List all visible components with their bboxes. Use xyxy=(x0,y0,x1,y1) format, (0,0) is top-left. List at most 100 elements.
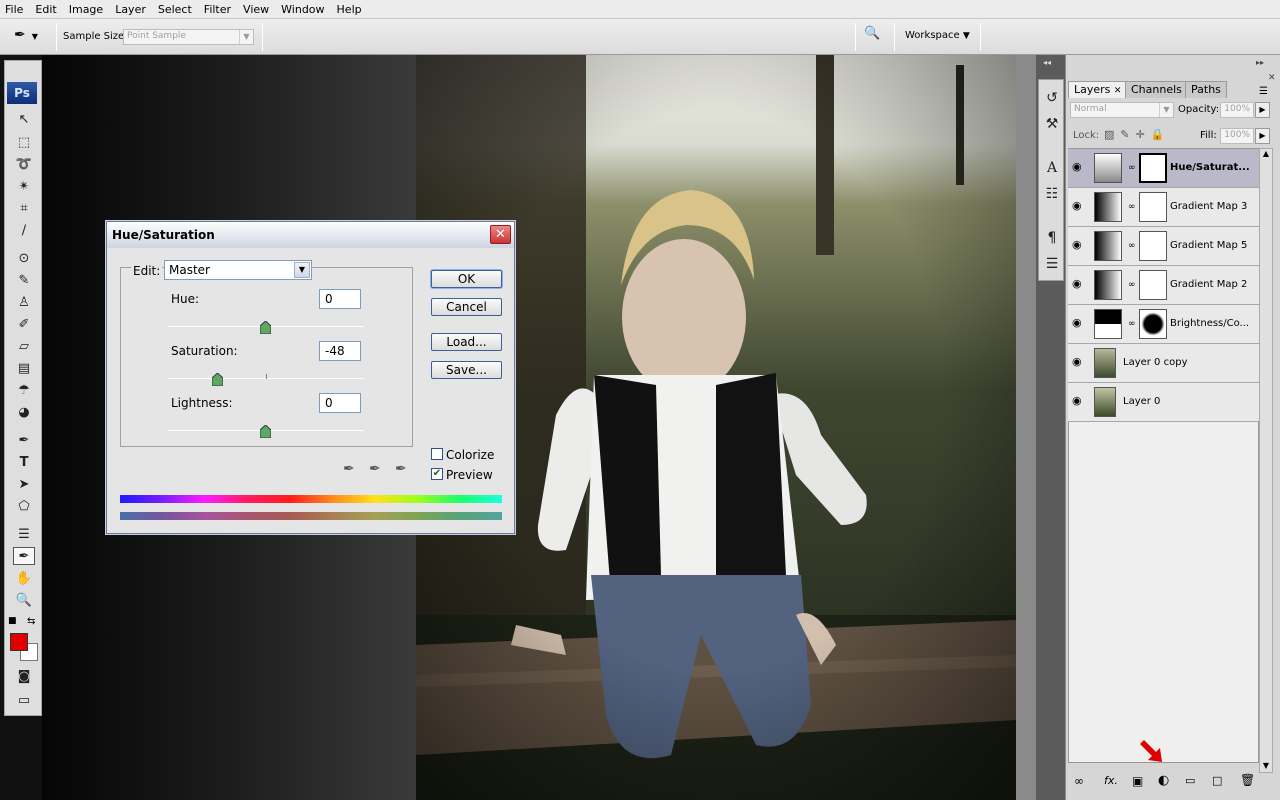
blend-mode-select[interactable]: Normal ▼ xyxy=(1070,102,1174,118)
tab-paths[interactable]: Paths xyxy=(1185,81,1227,98)
layer-comps-icon[interactable]: ☰ xyxy=(1042,254,1062,274)
menu-select[interactable]: Select xyxy=(158,3,192,16)
layers-scrollbar[interactable]: ▲ ▼ xyxy=(1259,148,1273,773)
quick-mask-icon[interactable]: ◙ xyxy=(13,667,35,685)
swap-colors-icon[interactable]: ⇆ xyxy=(27,616,35,627)
colorize-checkbox[interactable] xyxy=(431,448,443,460)
hand-tool-icon[interactable]: ✋ xyxy=(13,569,35,587)
pen-tool-icon[interactable]: ✒ xyxy=(13,431,35,449)
dock-collapse-icon[interactable]: ◂◂ xyxy=(1043,58,1051,67)
new-adjustment-layer-icon[interactable]: ◐ xyxy=(1158,773,1169,788)
dodge-tool-icon[interactable]: ◕ xyxy=(13,403,35,421)
panel-collapse-icon[interactable]: ▸▸ xyxy=(1256,58,1264,67)
bridge-icon[interactable]: 🔍 xyxy=(864,26,886,46)
workspace-menu[interactable]: Workspace ▼ xyxy=(905,30,970,41)
type-tool-icon[interactable]: T xyxy=(13,453,35,471)
link-layers-icon[interactable]: ∞ xyxy=(1074,774,1084,788)
fill-arrow-icon[interactable]: ▶ xyxy=(1255,128,1270,144)
opacity-arrow-icon[interactable]: ▶ xyxy=(1255,102,1270,118)
eraser-tool-icon[interactable]: ▱ xyxy=(13,337,35,355)
scroll-down-icon[interactable]: ▼ xyxy=(1260,761,1272,770)
lightness-input[interactable]: 0 xyxy=(319,393,361,413)
visibility-eye-icon[interactable]: ◉ xyxy=(1072,395,1084,407)
eyedropper-minus-icon[interactable]: ✒ xyxy=(395,461,407,477)
paragraph-panel-icon[interactable]: ¶ xyxy=(1042,228,1062,248)
tab-layers[interactable]: Layers ✕ xyxy=(1068,81,1128,98)
menu-view[interactable]: View xyxy=(243,3,269,16)
tool-preset-picker[interactable]: ✒ ▼ xyxy=(14,27,50,47)
lasso-tool-icon[interactable]: ➰ xyxy=(13,155,35,173)
ok-button[interactable]: OK xyxy=(431,270,502,288)
scroll-up-icon[interactable]: ▲ xyxy=(1260,149,1272,158)
layer-row[interactable]: ◉ ∞ Gradient Map 5 xyxy=(1068,227,1259,266)
saturation-slider-thumb[interactable] xyxy=(211,372,224,387)
layer-row[interactable]: ◉ ∞ Gradient Map 3 xyxy=(1068,188,1259,227)
menu-edit[interactable]: Edit xyxy=(35,3,56,16)
healing-brush-icon[interactable]: ⊙ xyxy=(13,249,35,267)
brush-tool-icon[interactable]: ✎ xyxy=(13,271,35,289)
saturation-input[interactable]: -48 xyxy=(319,341,361,361)
hue-slider-thumb[interactable] xyxy=(259,320,272,335)
preview-checkbox[interactable]: ✔ xyxy=(431,468,443,480)
layer-row[interactable]: ◉ Layer 0 copy xyxy=(1068,344,1259,383)
path-selection-icon[interactable]: ➤ xyxy=(13,475,35,493)
visibility-eye-icon[interactable]: ◉ xyxy=(1072,239,1084,251)
panel-close-icon[interactable]: ✕ xyxy=(1268,73,1276,83)
visibility-eye-icon[interactable]: ◉ xyxy=(1072,161,1084,173)
shape-tool-icon[interactable]: ⬠ xyxy=(13,497,35,515)
crop-tool-icon[interactable]: ⌗ xyxy=(13,199,35,217)
layer-row[interactable]: ◉ ∞ Gradient Map 2 xyxy=(1068,266,1259,305)
new-layer-icon[interactable]: □ xyxy=(1212,774,1222,787)
load-button[interactable]: Load... xyxy=(431,333,502,351)
magic-wand-tool-icon[interactable]: ✴ xyxy=(13,177,35,195)
visibility-eye-icon[interactable]: ◉ xyxy=(1072,278,1084,290)
default-colors-icon[interactable]: ■ xyxy=(8,616,17,626)
lightness-slider-thumb[interactable] xyxy=(259,424,272,439)
history-brush-icon[interactable]: ✐ xyxy=(13,315,35,333)
layer-row[interactable]: ◉ ∞ Hue/Saturat... xyxy=(1068,149,1259,188)
history-panel-icon[interactable]: ↺ xyxy=(1042,88,1062,108)
lock-icons[interactable]: ▨✎✛🔒 xyxy=(1104,128,1171,141)
layer-row[interactable]: ◉ ∞ Brightness/Co... xyxy=(1068,305,1259,344)
panel-menu-icon[interactable]: ☰ xyxy=(1259,86,1268,97)
cancel-button[interactable]: Cancel xyxy=(431,298,502,316)
fill-input[interactable]: 100% xyxy=(1220,128,1254,144)
foreground-color-swatch[interactable] xyxy=(10,633,28,651)
blur-tool-icon[interactable]: ☂ xyxy=(13,381,35,399)
visibility-eye-icon[interactable]: ◉ xyxy=(1072,317,1084,329)
clone-source-icon[interactable]: ☷ xyxy=(1042,184,1062,204)
layer-row[interactable]: ◉ Layer 0 xyxy=(1068,383,1259,422)
eyedropper-icon[interactable]: ✒ xyxy=(343,461,355,477)
edit-select[interactable]: Master ▼ xyxy=(164,260,312,280)
slice-tool-icon[interactable]: ∕ xyxy=(13,221,35,239)
close-icon[interactable]: ✕ xyxy=(1114,86,1122,96)
menu-filter[interactable]: Filter xyxy=(204,3,231,16)
hue-input[interactable]: 0 xyxy=(319,289,361,309)
menu-image[interactable]: Image xyxy=(69,3,103,16)
character-panel-icon[interactable]: A xyxy=(1042,158,1062,178)
screen-mode-icon[interactable]: ▭ xyxy=(13,691,35,709)
close-icon[interactable]: ✕ xyxy=(490,225,511,244)
menu-window[interactable]: Window xyxy=(281,3,324,16)
tab-channels[interactable]: Channels xyxy=(1125,81,1188,98)
save-button[interactable]: Save... xyxy=(431,361,502,379)
visibility-eye-icon[interactable]: ◉ xyxy=(1072,356,1084,368)
menu-layer[interactable]: Layer xyxy=(115,3,146,16)
delete-layer-icon[interactable]: 🗑 xyxy=(1240,773,1255,787)
eyedropper-plus-icon[interactable]: ✒ xyxy=(369,461,381,477)
gradient-tool-icon[interactable]: ▤ xyxy=(13,359,35,377)
stamp-tool-icon[interactable]: ♙ xyxy=(13,293,35,311)
add-mask-icon[interactable]: ▣ xyxy=(1132,774,1143,788)
visibility-eye-icon[interactable]: ◉ xyxy=(1072,200,1084,212)
eyedropper-tool-icon[interactable]: ✒ xyxy=(13,547,35,565)
notes-tool-icon[interactable]: ☰ xyxy=(13,525,35,543)
menu-help[interactable]: Help xyxy=(337,3,362,16)
sample-size-select[interactable]: Point Sample ▼ xyxy=(123,29,254,45)
layer-style-icon[interactable]: fx. xyxy=(1104,774,1118,787)
opacity-input[interactable]: 100% xyxy=(1220,102,1254,118)
marquee-tool-icon[interactable]: ⬚ xyxy=(13,133,35,151)
move-tool-icon[interactable]: ↖ xyxy=(13,110,35,128)
zoom-tool-icon[interactable]: 🔍 xyxy=(13,591,35,609)
menu-file[interactable]: File xyxy=(5,3,23,16)
tool-presets-icon[interactable]: ⚒ xyxy=(1042,114,1062,134)
